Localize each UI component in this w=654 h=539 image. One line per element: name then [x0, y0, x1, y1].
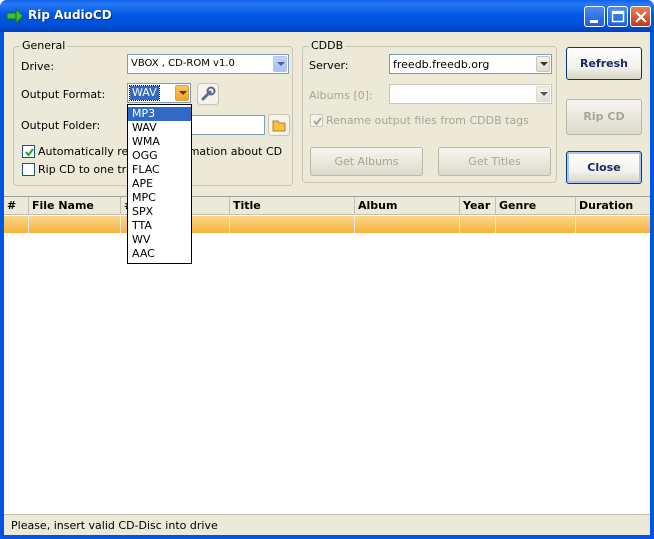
server-value: freedb.freedb.org	[393, 58, 490, 71]
close-label: Close	[587, 161, 621, 174]
table-cell	[496, 216, 576, 233]
drive-value: VBOX , CD-ROM v1.0	[131, 58, 235, 69]
rename-label: Rename output files from CDDB tags	[326, 114, 529, 127]
table-row[interactable]	[4, 216, 650, 233]
format-option-mpc[interactable]: MPC	[128, 191, 191, 205]
drive-select[interactable]: VBOX , CD-ROM v1.0	[127, 54, 289, 74]
column-header-duration[interactable]: Duration	[576, 197, 650, 215]
output-folder-label: Output Folder:	[21, 119, 101, 132]
output-format-select[interactable]: WAV	[127, 83, 191, 103]
chevron-down-icon[interactable]	[273, 56, 287, 72]
table-cell	[29, 216, 121, 233]
get-albums-button[interactable]: Get Albums	[310, 147, 423, 176]
refresh-label: Refresh	[580, 57, 628, 70]
track-table[interactable]: # File Name # Title Album Year Genre Dur…	[4, 196, 650, 514]
folder-icon[interactable]	[268, 114, 290, 136]
refresh-button[interactable]: Refresh	[566, 47, 642, 80]
format-option-spx[interactable]: SPX	[128, 205, 191, 219]
format-option-ogg[interactable]: OGG	[128, 149, 191, 163]
column-header-year[interactable]: Year	[460, 197, 496, 215]
general-group-title: General	[20, 39, 68, 52]
rip-one-track-checkbox[interactable]	[22, 163, 35, 176]
status-bar: Please, insert valid CD-Disc into drive	[4, 514, 650, 535]
get-titles-button[interactable]: Get Titles	[438, 147, 551, 176]
column-header-number[interactable]: #	[4, 197, 29, 215]
checkmark-icon	[25, 148, 34, 157]
minimize-icon	[590, 20, 598, 23]
format-option-wav[interactable]: WAV	[128, 121, 191, 135]
auto-retrieve-checkbox[interactable]	[22, 145, 35, 158]
server-select[interactable]: freedb.freedb.org	[389, 54, 552, 74]
title-bar[interactable]: Rip AudioCD	[0, 0, 654, 32]
status-text: Please, insert valid CD-Disc into drive	[11, 519, 218, 532]
column-header-album[interactable]: Album	[355, 197, 460, 215]
table-cell	[460, 216, 496, 233]
albums-label: Albums [0]:	[309, 89, 373, 102]
format-option-ape[interactable]: APE	[128, 177, 191, 191]
table-cell	[4, 216, 29, 233]
table-cell	[230, 216, 355, 233]
format-option-aac[interactable]: AAC	[128, 247, 191, 261]
format-option-mp3[interactable]: MP3	[128, 107, 191, 121]
minimize-button[interactable]	[584, 6, 605, 27]
chevron-down-icon[interactable]	[175, 85, 189, 101]
window-border-bottom	[0, 535, 654, 539]
rip-cd-button[interactable]: Rip CD	[566, 99, 642, 135]
arrow-right-icon	[6, 8, 24, 24]
albums-select[interactable]	[389, 84, 552, 104]
checkmark-icon	[313, 117, 322, 126]
output-format-value: WAV	[129, 85, 160, 101]
column-header-file-name[interactable]: File Name	[29, 197, 121, 215]
close-icon	[635, 11, 647, 23]
format-option-tta[interactable]: TTA	[128, 219, 191, 233]
window-title: Rip AudioCD	[28, 8, 112, 22]
chevron-down-icon[interactable]	[536, 56, 550, 72]
format-option-flac[interactable]: FLAC	[128, 163, 191, 177]
output-format-dropdown-list[interactable]: MP3 WAV WMA OGG FLAC APE MPC SPX TTA WV …	[127, 104, 192, 264]
column-header-title[interactable]: Title	[230, 197, 355, 215]
cddb-group-title: CDDB	[309, 39, 346, 52]
maximize-button[interactable]	[607, 6, 628, 27]
drive-label: Drive:	[21, 60, 55, 73]
column-header-genre[interactable]: Genre	[496, 197, 576, 215]
format-option-wma[interactable]: WMA	[128, 135, 191, 149]
server-label: Server:	[309, 59, 349, 72]
wrench-icon[interactable]	[197, 83, 219, 105]
close-window-button[interactable]	[630, 6, 651, 27]
chevron-down-icon[interactable]	[536, 86, 550, 102]
format-option-wv[interactable]: WV	[128, 233, 191, 247]
rip-cd-label: Rip CD	[583, 110, 625, 123]
maximize-icon	[611, 10, 625, 23]
table-header: # File Name # Title Album Year Genre Dur…	[4, 197, 650, 215]
table-cell	[355, 216, 460, 233]
window-border-left	[0, 32, 4, 539]
rename-checkbox[interactable]	[310, 114, 323, 127]
get-titles-label: Get Titles	[468, 155, 521, 168]
close-button[interactable]: Close	[566, 151, 642, 184]
window-border-right	[650, 32, 654, 539]
output-format-label: Output Format:	[21, 88, 106, 101]
get-albums-label: Get Albums	[334, 155, 399, 168]
